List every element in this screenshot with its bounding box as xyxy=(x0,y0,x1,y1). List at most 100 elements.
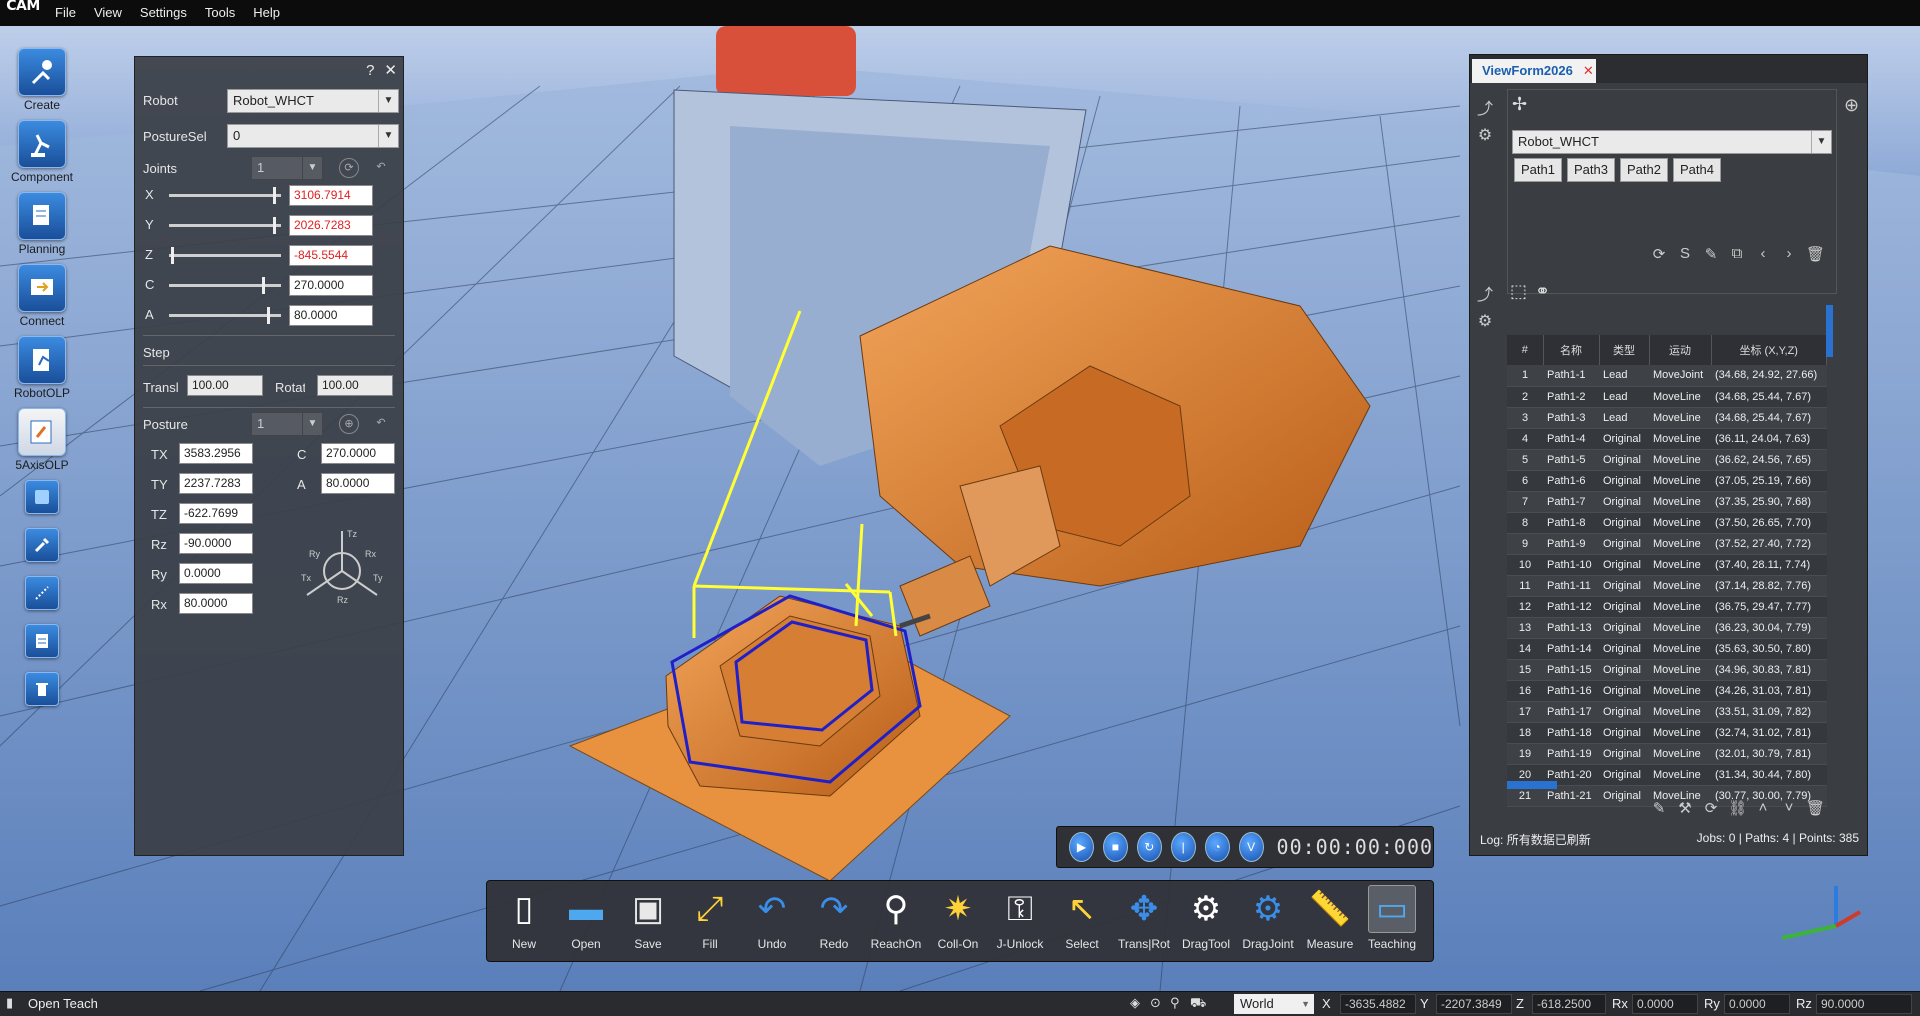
close-icon[interactable]: ✕ xyxy=(384,61,397,79)
axis-value-c[interactable]: 270.0000 xyxy=(289,275,373,296)
table-scrollbar-thumb[interactable] xyxy=(1826,305,1833,357)
table-row[interactable]: 8 Path1-8 Original MoveLine (37.50, 26.65, 7… xyxy=(1507,512,1827,534)
table-row[interactable]: 14 Path1-14 Original MoveLine (35.63, 30.50,… xyxy=(1507,638,1827,660)
menu-tools[interactable]: Tools xyxy=(196,0,244,26)
slider-handle[interactable] xyxy=(171,247,174,264)
table-row[interactable]: 15 Path1-15 Original MoveLine (34.96, 30.83,… xyxy=(1507,659,1827,681)
node-graph-icon[interactable]: ⚭ xyxy=(1535,281,1550,302)
axis-slider-y[interactable] xyxy=(169,217,281,234)
path-button-path1[interactable]: Path1 xyxy=(1514,158,1562,182)
menu-help[interactable]: Help xyxy=(244,0,289,26)
posture-select[interactable]: 1 ▼ xyxy=(251,412,323,436)
wand-icon[interactable]: ⚲ xyxy=(1170,995,1180,1011)
table-row[interactable]: 12 Path1-12 Original MoveLine (36.75, 29.47,… xyxy=(1507,596,1827,618)
path-button-path2[interactable]: Path2 xyxy=(1620,158,1668,182)
planning-button[interactable]: Planning xyxy=(6,192,78,256)
axis-tool-icon[interactable]: ✢ xyxy=(1512,94,1527,115)
transl-step-input[interactable]: 100.00 xyxy=(187,375,263,396)
tx-input[interactable]: 3583.2956 xyxy=(179,443,253,464)
point-tool-icon[interactable]: ⚒ xyxy=(1676,799,1694,817)
help-icon[interactable]: ? xyxy=(366,62,374,79)
small-tool-wrench-button[interactable] xyxy=(6,528,78,562)
posture-gizmo-button[interactable]: ⊕ xyxy=(339,414,359,434)
tab-viewform[interactable]: ViewForm2026 ✕ xyxy=(1472,59,1596,83)
joint-undo-button[interactable]: ↶ xyxy=(371,158,391,178)
posturesel-select[interactable]: 0 ▼ xyxy=(227,124,399,148)
select-point-icon[interactable]: ⬚ xyxy=(1510,281,1527,302)
table-hscrollbar-thumb[interactable] xyxy=(1507,781,1557,789)
axis-slider-c[interactable] xyxy=(169,277,281,294)
joints-select[interactable]: 1 ▼ xyxy=(251,156,323,180)
trans-rot-button[interactable]: ✥ Trans|Rot xyxy=(1113,885,1175,957)
ry-input[interactable]: 0.0000 xyxy=(179,563,253,584)
open-button[interactable]: ▬ Open xyxy=(555,885,617,957)
rz-input[interactable]: -90.0000 xyxy=(179,533,253,554)
chevron-left-icon[interactable]: ‹ xyxy=(1754,245,1772,263)
small-tool-square-button[interactable] xyxy=(6,480,78,514)
robot-select[interactable]: Robot_WHCT ▼ xyxy=(227,89,399,113)
new-button[interactable]: ▯ New xyxy=(493,885,555,957)
rotate-step-input[interactable]: 100.00 xyxy=(317,375,393,396)
play-button[interactable]: ▶ xyxy=(1069,832,1094,862)
dragtool-button[interactable]: ⚙ DragTool xyxy=(1175,885,1237,957)
curve-icon[interactable]: S xyxy=(1676,245,1694,263)
point-edit-icon[interactable]: ✎ xyxy=(1650,799,1668,817)
step-button[interactable]: | xyxy=(1170,832,1196,862)
small-tool-trash-button[interactable] xyxy=(6,672,78,706)
table-row[interactable]: 6 Path1-6 Original MoveLine (37.05, 25.19, 7… xyxy=(1507,470,1827,492)
c-input[interactable]: 270.0000 xyxy=(321,443,395,464)
refresh-icon[interactable]: ⟳ xyxy=(1650,245,1668,263)
snap-icon[interactable]: ◈ xyxy=(1130,995,1140,1011)
chevron-down-icon[interactable]: ˅ xyxy=(1780,799,1798,817)
path-button-path3[interactable]: Path3 xyxy=(1567,158,1615,182)
axis-value-a[interactable]: 80.0000 xyxy=(289,305,373,326)
col-index[interactable]: # xyxy=(1507,335,1544,365)
table-row[interactable]: 17 Path1-17 Original MoveLine (33.51, 31.09,… xyxy=(1507,701,1827,723)
create-button[interactable]: Create xyxy=(6,48,78,112)
robotolp-button[interactable]: RobotOLP xyxy=(6,336,78,400)
slider-handle[interactable] xyxy=(273,217,276,234)
col-coordinates[interactable]: 坐标 (X,Y,Z) xyxy=(1711,335,1827,365)
table-row[interactable]: 9 Path1-9 Original MoveLine (37.52, 27.40, 7… xyxy=(1507,533,1827,555)
table-row[interactable]: 7 Path1-7 Original MoveLine (37.35, 25.90, 7… xyxy=(1507,491,1827,513)
measure-button[interactable]: 📏 Measure xyxy=(1299,885,1361,957)
frame-select[interactable]: World ▼ xyxy=(1234,994,1314,1014)
stop-button[interactable]: ■ xyxy=(1102,832,1128,862)
coll-on-button[interactable]: ✷ Coll-On xyxy=(927,885,989,957)
table-row[interactable]: 1 Path1-1 Lead MoveJoint (34.68, 24.92, 27.6… xyxy=(1507,365,1827,387)
table-row[interactable]: 10 Path1-10 Original MoveLine (37.40, 28.11,… xyxy=(1507,554,1827,576)
ty-input[interactable]: 2237.7283 xyxy=(179,473,253,494)
menu-file[interactable]: File xyxy=(46,0,85,26)
path-button-path4[interactable]: Path4 xyxy=(1673,158,1721,182)
a-input[interactable]: 80.0000 xyxy=(321,473,395,494)
rx-input[interactable]: 80.0000 xyxy=(179,593,253,614)
posture-undo-button[interactable]: ↶ xyxy=(371,414,391,434)
link-icon[interactable]: ⛓ xyxy=(1728,799,1747,817)
table-row[interactable]: 4 Path1-4 Original MoveLine (36.11, 24.04, 7… xyxy=(1507,428,1827,450)
table-row[interactable]: 18 Path1-18 Original MoveLine (32.74, 31.02,… xyxy=(1507,722,1827,744)
target-icon[interactable]: ⊕ xyxy=(1844,95,1859,116)
save-button[interactable]: ▣ Save xyxy=(617,885,679,957)
loop-button[interactable]: ↻ xyxy=(1136,832,1162,862)
small-tool-list-button[interactable] xyxy=(6,624,78,658)
close-tab-icon[interactable]: ✕ xyxy=(1583,63,1594,78)
connect-button[interactable]: Connect xyxy=(6,264,78,328)
jog-gizmo-icon[interactable]: Tz Ry Rx Tx Ty Rz xyxy=(297,523,387,607)
table-row[interactable]: 3 Path1-3 Lead MoveLine (34.68, 25.44, 7.67) xyxy=(1507,407,1827,429)
axis-slider-x[interactable] xyxy=(169,187,281,204)
small-tool-path-button[interactable] xyxy=(6,576,78,610)
dragjoint-button[interactable]: ⚙ DragJoint xyxy=(1237,885,1299,957)
reachon-button[interactable]: ⚲ ReachOn xyxy=(865,885,927,957)
axis-value-z[interactable]: -845.5544 xyxy=(289,245,373,266)
col-type[interactable]: 类型 xyxy=(1599,335,1650,365)
table-row[interactable]: 16 Path1-16 Original MoveLine (34.26, 31.03,… xyxy=(1507,680,1827,702)
chevron-up-icon[interactable]: ˄ xyxy=(1754,799,1772,817)
axis-slider-a[interactable] xyxy=(169,307,281,324)
edit-icon[interactable]: ✎ xyxy=(1702,245,1720,263)
component-button[interactable]: Component xyxy=(6,120,78,184)
delete-icon[interactable]: 🗑 xyxy=(1806,245,1825,263)
slider-handle[interactable] xyxy=(273,187,276,204)
slider-handle[interactable] xyxy=(262,277,265,294)
col-name[interactable]: 名称 xyxy=(1543,335,1600,365)
copy-icon[interactable]: ⧉ xyxy=(1728,245,1746,263)
